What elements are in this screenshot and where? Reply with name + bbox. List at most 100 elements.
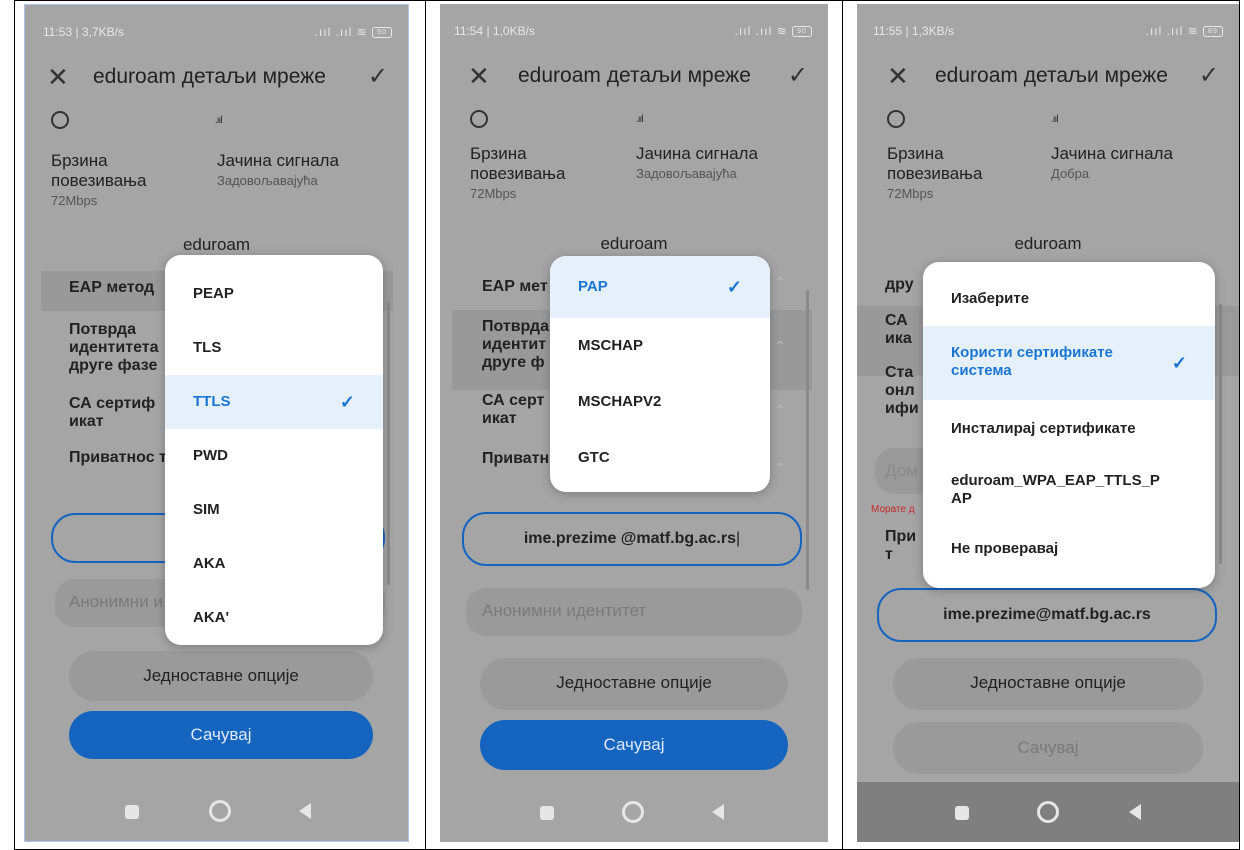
check-icon: ✓ — [339, 392, 355, 412]
status-icons: .ııl .ııl ≋ 89 — [1146, 24, 1223, 38]
dropdown-option-selected[interactable]: TTLS ✓ — [165, 375, 383, 429]
back-icon[interactable] — [299, 803, 311, 819]
speed-value: 72Mbps — [887, 186, 934, 201]
close-icon[interactable]: ✕ — [887, 60, 909, 92]
save-button[interactable]: Сачувај — [893, 722, 1203, 774]
simple-options-button[interactable]: Једноставне опције — [69, 651, 373, 701]
simple-options-button[interactable]: Једноставне опције — [480, 658, 788, 710]
frame-divider — [425, 0, 426, 850]
status-time: 11:54 | 1,0KB/s — [454, 24, 535, 38]
speed-value: 72Mbps — [51, 193, 98, 208]
identity-field[interactable]: ime.prezime @matf.bg.ac.rs| — [462, 512, 802, 566]
eap-method-label[interactable]: ЕАР метод — [69, 279, 154, 297]
phone-screen-3: 11:55 | 1,3KB/s .ııl .ııl ≋ 89 ✕ eduroam… — [857, 4, 1239, 842]
simple-options-button[interactable]: Једноставне опције — [893, 658, 1203, 710]
signal-value: Задовољавајућа — [636, 166, 737, 181]
confirm-check-icon[interactable]: ✓ — [368, 61, 388, 93]
signal-value: Задовољавајућа — [217, 173, 318, 188]
dropdown-option[interactable]: Не проверавај — [923, 524, 1215, 580]
dropdown-option[interactable]: TLS — [165, 321, 383, 375]
network-name: eduroam — [600, 234, 668, 253]
confirm-check-icon[interactable]: ✓ — [788, 60, 808, 92]
phase2-label[interactable]: Потврда идентитета друге фазе — [69, 321, 179, 375]
ca-cert-label[interactable]: СА сертиф икат — [69, 395, 169, 431]
scrollbar[interactable] — [806, 290, 809, 590]
signal-label: Јачина сигнала — [217, 151, 339, 170]
chevron-updown-icon: ⌃ — [774, 460, 786, 476]
home-icon[interactable] — [1037, 801, 1059, 823]
anonymous-identity-field[interactable]: Анонимни идентитет — [466, 588, 802, 636]
recents-icon[interactable] — [955, 806, 969, 820]
battery-icon: 90 — [792, 26, 812, 38]
close-icon[interactable]: ✕ — [468, 60, 490, 92]
dropdown-option[interactable]: MSCHAPV2 — [550, 374, 770, 430]
save-button[interactable]: Сачувај — [69, 711, 373, 759]
dropdown-option[interactable]: Инсталирај сертификате — [923, 400, 1215, 458]
back-icon[interactable] — [712, 804, 724, 820]
scrollbar[interactable] — [387, 301, 390, 585]
option-label: Користи сертификате система — [951, 344, 1113, 379]
status-time: 11:53 | 3,7KB/s — [43, 25, 124, 39]
dropdown-option-selected[interactable]: Користи сертификате система ✓ — [923, 326, 1215, 400]
dropdown-option[interactable]: eduroam_WPA_EAP_TTLS_PAP — [923, 458, 1215, 524]
signal-label: Јачина сигнала — [1051, 144, 1173, 163]
dropdown-option[interactable]: Изаберите — [923, 262, 1215, 326]
eap-method-dropdown: PEAP TLS TTLS ✓ PWD SIM AKA AKA' — [165, 255, 383, 645]
status-icons: .ııl .ııl ≋ 90 — [735, 24, 812, 38]
status-bar: 11:53 | 3,7KB/s .ııl .ııl ≋ 90 — [25, 25, 408, 45]
back-icon[interactable] — [1129, 804, 1141, 820]
speed-label: Брзина повезивања — [470, 144, 566, 183]
signal-label: Јачина сигнала — [636, 144, 758, 163]
dropdown-option-selected[interactable]: PAP ✓ — [550, 256, 770, 318]
dropdown-option[interactable]: AKA' — [165, 591, 383, 645]
dropdown-option[interactable]: GTC — [550, 430, 770, 486]
signal-icon: .ııl — [215, 115, 223, 126]
dropdown-option[interactable]: PEAP — [165, 267, 383, 321]
signal-value: Добра — [1051, 166, 1090, 181]
home-icon[interactable] — [622, 801, 644, 823]
error-message: Морате д — [871, 504, 915, 515]
privacy-label[interactable]: Приватнос т — [69, 449, 169, 467]
battery-icon: 90 — [372, 27, 392, 39]
nav-bar — [25, 781, 408, 841]
chevron-updown-icon: ⌃ — [774, 402, 786, 418]
close-icon[interactable]: ✕ — [47, 61, 69, 93]
network-name: eduroam — [182, 235, 251, 254]
eap-method-label[interactable]: ЕАР мет — [482, 278, 548, 296]
phone-screen-1: 11:53 | 3,7KB/s .ııl .ııl ≋ 90 ✕ eduroam… — [24, 4, 409, 842]
network-name: eduroam — [1014, 234, 1082, 253]
page-title: eduroam детаљи мреже — [93, 65, 326, 88]
confirm-check-icon[interactable]: ✓ — [1199, 60, 1219, 92]
status-bar: 11:55 | 1,3KB/s .ııl .ııl ≋ 89 — [857, 24, 1239, 44]
chevron-updown-icon: ⌃ — [774, 338, 786, 354]
speed-gauge-icon — [51, 111, 69, 129]
privacy-label[interactable]: При т — [885, 528, 919, 564]
nav-bar — [857, 782, 1239, 842]
recents-icon[interactable] — [540, 806, 554, 820]
page-title: eduroam детаљи мреже — [935, 64, 1168, 87]
status-icons: .ııl .ııl ≋ 90 — [315, 25, 392, 39]
app-header: ✕ eduroam детаљи мреже ✓ — [857, 60, 1239, 96]
dropdown-option[interactable]: PWD — [165, 429, 383, 483]
battery-icon: 89 — [1203, 26, 1223, 38]
dropdown-option[interactable]: AKA — [165, 537, 383, 591]
ca-cert-label[interactable]: СА ика — [885, 312, 915, 348]
speed-gauge-icon — [887, 110, 905, 128]
status-bar: 11:54 | 1,0KB/s .ııl .ııl ≋ 90 — [440, 24, 828, 44]
home-icon[interactable] — [209, 800, 231, 822]
dropdown-option[interactable]: MSCHAP — [550, 318, 770, 374]
scrollbar[interactable] — [1219, 304, 1222, 564]
identity-field[interactable]: ime.prezime@matf.bg.ac.rs — [877, 588, 1217, 642]
phase2-label[interactable]: дру — [885, 276, 925, 294]
phase2-auth-dropdown: PAP ✓ MSCHAP MSCHAPV2 GTC — [550, 256, 770, 492]
signal-icon: .ııl — [1051, 114, 1059, 125]
online-cert-label[interactable]: Ста онл ифи — [885, 364, 919, 418]
text-cursor: | — [735, 530, 741, 547]
app-header: ✕ eduroam детаљи мреже ✓ — [25, 61, 408, 97]
check-icon: ✓ — [726, 277, 742, 297]
dropdown-option[interactable]: SIM — [165, 483, 383, 537]
ca-cert-dropdown: Изаберите Користи сертификате система ✓ И… — [923, 262, 1215, 588]
recents-icon[interactable] — [125, 805, 139, 819]
save-button[interactable]: Сачувај — [480, 720, 788, 770]
option-label: PAP — [578, 278, 608, 295]
